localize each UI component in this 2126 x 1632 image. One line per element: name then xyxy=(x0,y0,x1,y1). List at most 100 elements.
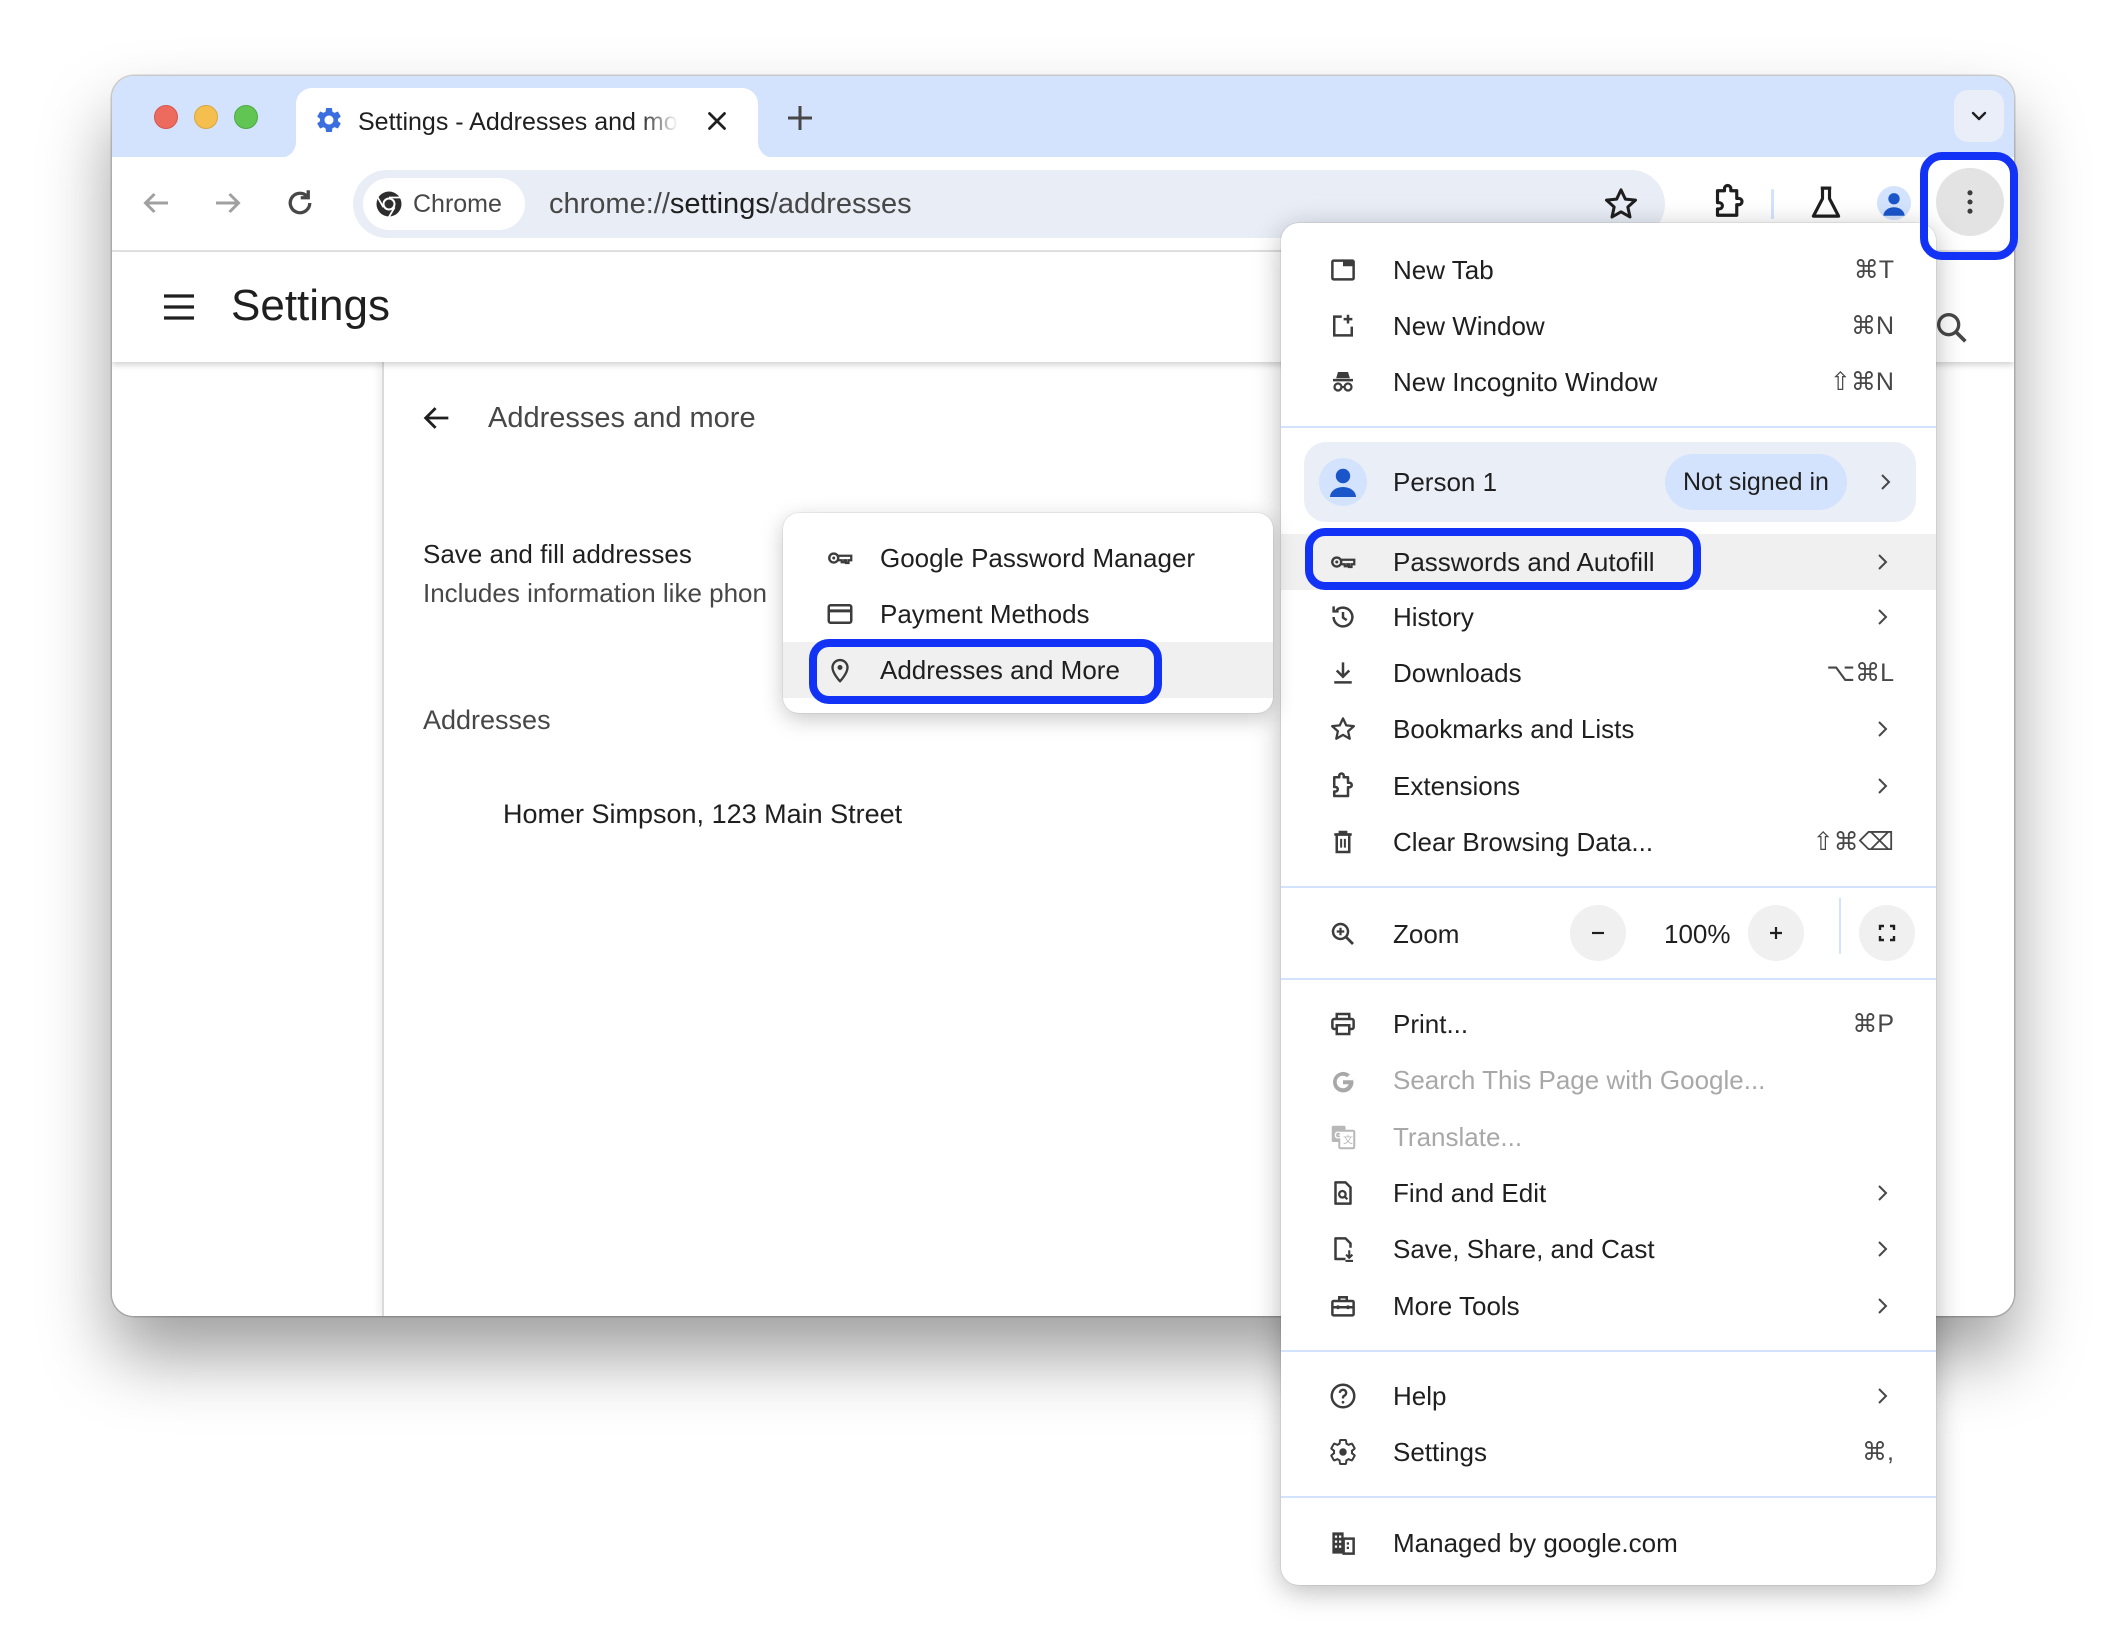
back-button[interactable] xyxy=(138,185,174,221)
new-tab-icon xyxy=(1328,255,1358,285)
back-arrow-icon[interactable] xyxy=(420,401,454,435)
forward-button[interactable] xyxy=(210,185,246,221)
avatar xyxy=(1319,458,1367,506)
menu-item-managed-by[interactable]: Managed by google.com xyxy=(1281,1515,1936,1571)
chevron-right-icon xyxy=(1870,1181,1894,1205)
menu-item-label: Help xyxy=(1393,1381,1447,1411)
key-icon xyxy=(825,543,855,573)
translate-icon: G文 xyxy=(1328,1122,1358,1152)
menu-item-label: Translate... xyxy=(1393,1122,1523,1152)
menu-item-zoom: Zoom 100% xyxy=(1281,898,1936,962)
zoom-in-icon xyxy=(1328,919,1358,949)
zoom-in-button[interactable] xyxy=(1748,905,1804,961)
url-text[interactable]: chrome://settings/addresses xyxy=(549,170,912,238)
maximize-window-button[interactable] xyxy=(234,105,258,129)
menu-item-label: New Incognito Window xyxy=(1393,367,1658,397)
menu-item-shortcut: ⌘P xyxy=(1852,1010,1894,1038)
reload-button[interactable] xyxy=(282,185,318,221)
chrome-menu-button[interactable] xyxy=(1936,168,2004,236)
menu-item-new-window[interactable]: New Window ⌘N xyxy=(1281,298,1936,354)
menu-item-shortcut: ⇧⌘N xyxy=(1829,368,1894,396)
submenu-item-label: Google Password Manager xyxy=(880,543,1196,573)
page-subtitle: Addresses and more xyxy=(488,402,756,434)
menu-item-find-and-edit[interactable]: Find and Edit xyxy=(1281,1165,1936,1221)
menu-item-shortcut: ⌘N xyxy=(1850,312,1894,340)
url-scheme: chrome:// xyxy=(549,188,670,220)
building-icon xyxy=(1328,1528,1358,1558)
menu-divider xyxy=(1281,886,1936,888)
fullscreen-button[interactable] xyxy=(1859,905,1915,961)
print-icon xyxy=(1328,1009,1358,1039)
settings-sidebar xyxy=(112,362,382,1316)
toolbar-divider xyxy=(1771,189,1774,219)
tab-settings[interactable]: Settings - Addresses and more xyxy=(296,88,758,158)
search-icon[interactable] xyxy=(1932,308,1972,348)
menu-item-label: Passwords and Autofill xyxy=(1393,547,1655,577)
menu-item-label: History xyxy=(1393,602,1474,632)
menu-item-history[interactable]: History xyxy=(1281,589,1936,645)
tab-search-button[interactable] xyxy=(1954,90,2004,142)
chip-label: Chrome xyxy=(413,190,502,218)
chevron-right-icon xyxy=(1870,717,1894,741)
bookmark-star-button[interactable] xyxy=(1601,184,1641,224)
menu-item-label: New Tab xyxy=(1393,255,1494,285)
profile-row[interactable]: Person 1 Not signed in xyxy=(1304,442,1916,522)
close-window-button[interactable] xyxy=(154,105,178,129)
star-icon xyxy=(1328,714,1358,744)
url-host: settings xyxy=(669,188,770,220)
menu-item-settings[interactable]: Settings ⌘, xyxy=(1281,1424,1936,1480)
menu-item-new-tab[interactable]: New Tab ⌘T xyxy=(1281,242,1936,298)
passwords-autofill-submenu: Google Password Manager Payment Methods … xyxy=(783,513,1273,713)
zoom-level-value: 100% xyxy=(1664,919,1731,949)
labs-flask-button[interactable] xyxy=(1805,182,1847,224)
menu-item-label: New Window xyxy=(1393,311,1545,341)
new-tab-button[interactable] xyxy=(782,100,818,136)
submenu-item-label: Payment Methods xyxy=(880,599,1090,629)
menu-item-new-incognito-window[interactable]: New Incognito Window ⇧⌘N xyxy=(1281,354,1936,410)
menu-item-label: Zoom xyxy=(1393,919,1460,949)
chevron-right-icon xyxy=(1870,1384,1894,1408)
site-info-chip[interactable]: Chrome xyxy=(363,178,525,230)
submenu-item-google-password-manager[interactable]: Google Password Manager xyxy=(783,530,1273,586)
menu-item-help[interactable]: Help xyxy=(1281,1368,1936,1424)
menu-item-extensions[interactable]: Extensions xyxy=(1281,758,1936,814)
profile-avatar-button[interactable] xyxy=(1877,186,1911,220)
tab-title: Settings - Addresses and more xyxy=(358,108,678,136)
close-tab-icon[interactable] xyxy=(702,106,732,136)
extensions-button[interactable] xyxy=(1707,182,1749,224)
chevron-right-icon xyxy=(1870,550,1894,574)
person-icon xyxy=(1883,193,1905,216)
menu-item-search-page-with-google: Search This Page with Google... xyxy=(1281,1052,1936,1108)
person-icon xyxy=(1330,468,1356,497)
menu-item-label: Downloads xyxy=(1393,658,1522,688)
menu-item-save-share-and-cast[interactable]: Save, Share, and Cast xyxy=(1281,1221,1936,1277)
address-list-item[interactable]: Homer Simpson, 123 Main Street xyxy=(503,796,902,832)
svg-text:G: G xyxy=(1334,1130,1342,1141)
google-g-icon xyxy=(1328,1065,1358,1095)
sign-in-status-badge[interactable]: Not signed in xyxy=(1665,454,1847,510)
menu-item-label: More Tools xyxy=(1393,1291,1520,1321)
location-pin-icon xyxy=(825,655,855,685)
submenu-item-payment-methods[interactable]: Payment Methods xyxy=(783,586,1273,642)
menu-item-more-tools[interactable]: More Tools xyxy=(1281,1278,1936,1334)
chrome-logo-icon xyxy=(374,189,404,219)
menu-item-label: Settings xyxy=(1393,1437,1487,1467)
minimize-window-button[interactable] xyxy=(194,105,218,129)
zoom-out-button[interactable] xyxy=(1570,905,1626,961)
menu-item-downloads[interactable]: Downloads ⌥⌘L xyxy=(1281,645,1936,701)
menu-item-bookmarks-and-lists[interactable]: Bookmarks and Lists xyxy=(1281,701,1936,757)
chrome-app-menu: New Tab ⌘T New Window ⌘N New Incognito W… xyxy=(1281,223,1936,1585)
menu-item-shortcut: ⌥⌘L xyxy=(1826,659,1894,687)
menu-item-label: Find and Edit xyxy=(1393,1178,1547,1208)
menu-item-passwords-and-autofill[interactable]: Passwords and Autofill xyxy=(1281,534,1936,590)
menu-item-print[interactable]: Print... ⌘P xyxy=(1281,996,1936,1052)
menu-item-label: Save, Share, and Cast xyxy=(1393,1234,1655,1264)
submenu-item-addresses-and-more[interactable]: Addresses and More xyxy=(783,642,1273,698)
tab-strip: Settings - Addresses and more xyxy=(112,76,2014,158)
menu-hamburger-icon[interactable] xyxy=(162,292,196,322)
chevron-right-icon xyxy=(1873,470,1897,494)
submenu-item-label: Addresses and More xyxy=(880,655,1120,685)
menu-divider xyxy=(1281,1496,1936,1498)
menu-item-clear-browsing-data[interactable]: Clear Browsing Data... ⇧⌘⌫ xyxy=(1281,814,1936,870)
menu-divider xyxy=(1281,1350,1936,1352)
